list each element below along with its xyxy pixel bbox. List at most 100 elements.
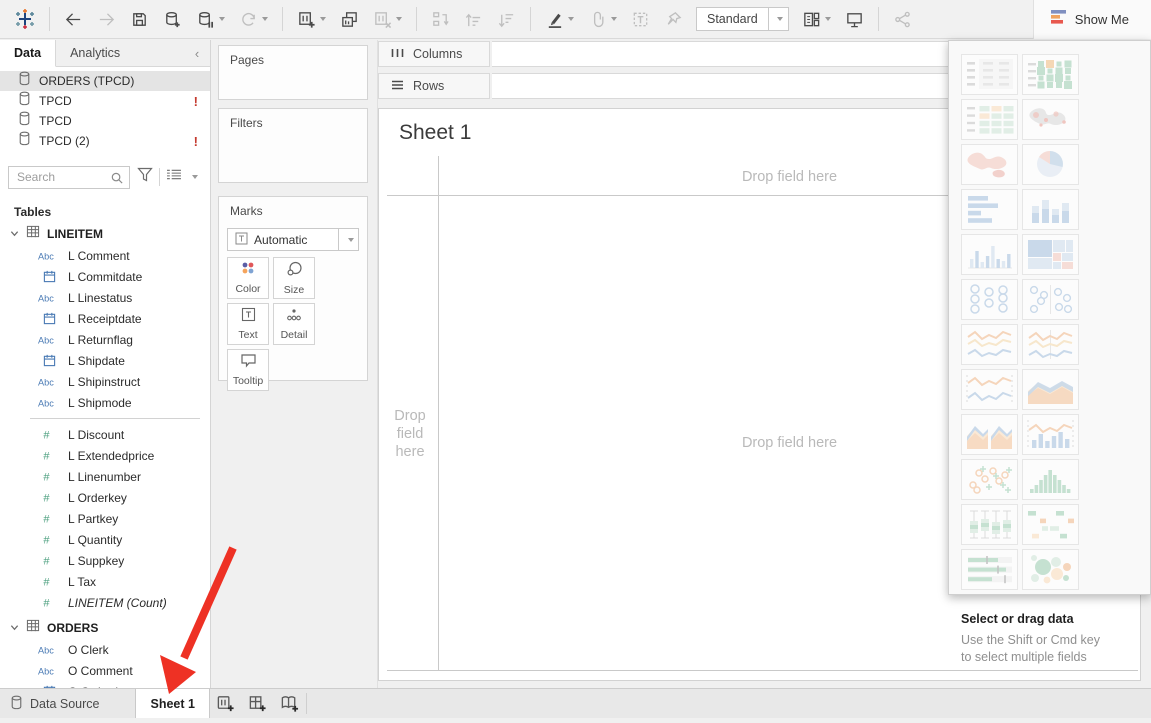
showme-chart-side-by-side-circles[interactable] — [1022, 279, 1079, 320]
field-item[interactable]: # L Extendedprice — [0, 445, 210, 466]
filter-fields-icon[interactable] — [137, 167, 153, 187]
showme-chart-gantt[interactable] — [1022, 504, 1079, 545]
showme-chart-dual-combination[interactable] — [1022, 414, 1079, 455]
tab-data-source[interactable]: Data Source — [0, 689, 113, 718]
drop-zone-rows[interactable]: Drop field here — [390, 407, 430, 461]
save-button[interactable] — [125, 5, 154, 33]
database-icon — [18, 91, 31, 111]
field-item[interactable]: # L Orderkey — [0, 487, 210, 508]
showme-chart-histogram[interactable] — [1022, 459, 1079, 500]
showme-chart-continuous-area[interactable] — [1022, 369, 1079, 410]
showme-chart-symbol-map[interactable] — [1022, 99, 1079, 140]
field-item[interactable]: # L Discount — [0, 424, 210, 445]
size-button[interactable]: Size — [273, 257, 315, 299]
table-group-header[interactable]: LINEITEM — [0, 223, 210, 245]
field-item[interactable]: # L Linenumber — [0, 466, 210, 487]
showme-chart-discrete-lines[interactable] — [1022, 324, 1079, 365]
datasource-item[interactable]: TPCD! — [0, 91, 210, 111]
showme-chart-scatter-plot[interactable] — [961, 459, 1018, 500]
color-button[interactable]: Color — [227, 257, 269, 299]
text-button[interactable]: Text — [227, 303, 269, 345]
new-story-tab-button[interactable] — [274, 689, 306, 718]
showme-chart-continuous-lines[interactable] — [961, 324, 1018, 365]
showme-chart-side-by-side-bars[interactable] — [961, 234, 1018, 275]
showme-chart-text-table[interactable] — [961, 54, 1018, 95]
filters-shelf[interactable]: Filters — [218, 108, 368, 183]
field-name: L Orderkey — [68, 491, 127, 505]
tooltip-button[interactable]: Tooltip — [227, 349, 269, 391]
field-item[interactable]: O Orderdate — [0, 681, 210, 688]
pause-updates-button[interactable] — [191, 5, 230, 33]
mark-type-dropdown[interactable]: Automatic — [227, 228, 359, 251]
showme-chart-filled-map[interactable] — [961, 144, 1018, 185]
tab-data[interactable]: Data — [0, 40, 56, 67]
tab-sheet-1[interactable]: Sheet 1 — [135, 689, 209, 718]
datasource-item[interactable]: TPCD (2)! — [0, 131, 210, 151]
field-item[interactable]: L Commitdate — [0, 266, 210, 287]
field-item[interactable]: # L Tax — [0, 571, 210, 592]
showme-chart-dual-lines[interactable] — [961, 369, 1018, 410]
tab-analytics[interactable]: Analytics — [56, 40, 134, 66]
refresh-button[interactable] — [234, 5, 273, 33]
showme-chart-discrete-area[interactable] — [961, 414, 1018, 455]
fix-axes-button[interactable] — [659, 5, 688, 33]
share-button[interactable] — [888, 5, 917, 33]
table-group-header[interactable]: ORDERS — [0, 617, 210, 639]
duplicate-sheet-button[interactable] — [335, 5, 364, 33]
showme-chart-pie-chart[interactable] — [1022, 144, 1079, 185]
field-item[interactable]: Abc L Linestatus — [0, 287, 210, 308]
undo-button[interactable] — [59, 5, 88, 33]
datasource-item[interactable]: ORDERS (TPCD) — [0, 71, 210, 91]
fit-caret-icon[interactable] — [768, 8, 788, 30]
showme-chart-colored-highlight-table[interactable] — [961, 99, 1018, 140]
showme-chart-treemap[interactable] — [1022, 234, 1079, 275]
field-item[interactable]: Abc O Clerk — [0, 639, 210, 660]
marks-card: Marks Automatic Color Size Text Detail T… — [218, 196, 368, 381]
show-hide-cards-button[interactable] — [797, 5, 836, 33]
mark-type-caret[interactable] — [338, 229, 358, 250]
chevron-down-icon[interactable] — [10, 225, 19, 243]
new-datasource-button[interactable] — [158, 5, 187, 33]
redo-button[interactable] — [92, 5, 121, 33]
sort-descending-button[interactable] — [492, 5, 521, 33]
showme-chart-box-and-whisker[interactable] — [961, 504, 1018, 545]
field-item[interactable]: Abc L Shipinstruct — [0, 371, 210, 392]
showme-chart-stacked-bars[interactable] — [1022, 189, 1079, 230]
highlight-button[interactable] — [540, 5, 579, 33]
datasource-item[interactable]: TPCD — [0, 111, 210, 131]
clear-sheet-button[interactable] — [368, 5, 407, 33]
field-item[interactable]: # L Quantity — [0, 529, 210, 550]
field-item[interactable]: Abc L Comment — [0, 245, 210, 266]
field-item[interactable]: Abc O Comment — [0, 660, 210, 681]
pages-shelf[interactable]: Pages — [218, 45, 368, 100]
new-worksheet-tab-button[interactable] — [210, 689, 242, 718]
table-name: ORDERS — [47, 621, 98, 635]
showme-chart-horizontal-bars[interactable] — [961, 189, 1018, 230]
sort-ascending-button[interactable] — [459, 5, 488, 33]
view-options-icon[interactable] — [166, 168, 182, 186]
new-worksheet-button[interactable] — [292, 5, 331, 33]
presentation-mode-button[interactable] — [840, 5, 869, 33]
field-item[interactable]: # L Partkey — [0, 508, 210, 529]
new-dashboard-tab-button[interactable] — [242, 689, 274, 718]
field-item[interactable]: # L Suppkey — [0, 550, 210, 571]
field-item[interactable]: Abc L Returnflag — [0, 329, 210, 350]
showme-chart-circle-views[interactable] — [961, 279, 1018, 320]
group-members-button[interactable] — [583, 5, 622, 33]
show-mark-labels-button[interactable] — [626, 5, 655, 33]
showme-chart-packed-bubbles[interactable] — [1022, 549, 1079, 590]
field-item[interactable]: L Receiptdate — [0, 308, 210, 329]
chevron-down-icon[interactable] — [10, 619, 19, 637]
field-item[interactable]: # LINEITEM (Count) — [0, 592, 210, 613]
showme-chart-bullet-graph[interactable] — [961, 549, 1018, 590]
detail-button[interactable]: Detail — [273, 303, 315, 345]
showme-chart-highlight-table[interactable] — [1022, 54, 1079, 95]
collapse-pane-button[interactable]: ‹ — [184, 40, 210, 66]
show-me-button[interactable]: Show Me — [1033, 0, 1151, 39]
view-options-caret-icon[interactable] — [192, 175, 198, 179]
field-item[interactable]: Abc L Shipmode — [0, 392, 210, 413]
fit-select[interactable]: Standard — [696, 7, 789, 31]
field-item[interactable]: L Shipdate — [0, 350, 210, 371]
search-input[interactable]: Search — [8, 166, 130, 189]
swap-axes-button[interactable] — [426, 5, 455, 33]
